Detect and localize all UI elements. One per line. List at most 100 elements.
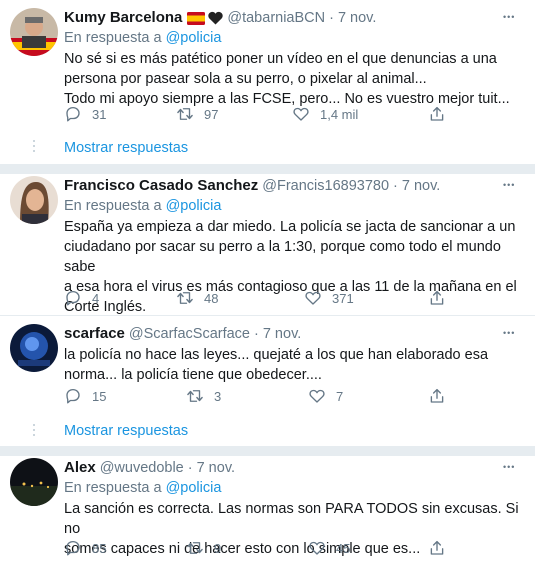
like-count: 1,4 mil — [320, 106, 359, 122]
more-options-icon[interactable]: ••• — [503, 180, 521, 190]
tweet-text: No sé si es más patético poner un vídeo … — [64, 49, 523, 109]
tweet-date[interactable]: 7 nov. — [263, 324, 301, 344]
tweet-text-line: España ya empieza a dar miedo. La policí… — [64, 219, 516, 235]
display-name[interactable]: Francisco Casado Sanchez — [64, 176, 258, 196]
section-divider — [0, 164, 535, 174]
user-handle[interactable]: @ScarfacScarface — [129, 324, 250, 344]
tweet-header: Kumy Barcelona @tabarniaBCN · 7 nov. — [64, 8, 523, 28]
reply-icon — [66, 290, 80, 306]
thread-connector — [33, 140, 35, 155]
reply-icon — [66, 106, 80, 122]
reply-count: 85 — [92, 540, 107, 556]
reply-button[interactable]: 4 — [64, 288, 99, 308]
reply-prefix: En respuesta a — [64, 480, 162, 496]
show-replies-link[interactable]: Mostrar respuestas — [64, 138, 188, 158]
retweet-button[interactable]: 48 — [176, 288, 218, 308]
reply-mention[interactable]: @policia — [166, 198, 222, 214]
display-name[interactable]: Kumy Barcelona — [64, 8, 182, 28]
reply-count: 15 — [92, 388, 107, 404]
tweet-actions: 31 97 1,4 mil — [64, 104, 504, 124]
retweet-icon — [187, 542, 203, 554]
more-options-icon[interactable]: ••• — [503, 462, 521, 472]
tweet-date[interactable]: 7 nov. — [338, 8, 376, 28]
tweet-text: la policía no hace las leyes... quejaté … — [64, 345, 523, 385]
reply-context: En respuesta a @policia — [64, 197, 523, 216]
share-button[interactable] — [428, 288, 446, 308]
avatar[interactable] — [10, 8, 58, 56]
share-button[interactable] — [428, 104, 446, 124]
reply-icon — [66, 540, 80, 556]
share-icon — [430, 388, 444, 403]
tweet-actions: 4 48 371 — [64, 288, 504, 308]
tweet-date[interactable]: 7 nov. — [402, 176, 440, 196]
heart-icon — [293, 107, 309, 121]
retweet-icon — [187, 390, 203, 402]
heart-icon — [309, 541, 325, 555]
reply-prefix: En respuesta a — [64, 198, 162, 214]
heart-icon — [309, 389, 325, 403]
avatar[interactable] — [10, 458, 58, 506]
like-button[interactable]: 45 — [308, 538, 350, 558]
tweet-kumy[interactable]: Kumy Barcelona @tabarniaBCN · 7 nov. En … — [0, 0, 535, 130]
tweet-alex[interactable]: Alex @wuvedoble · 7 nov. En respuesta a … — [0, 456, 535, 567]
share-button[interactable] — [428, 386, 446, 406]
like-button[interactable]: 371 — [304, 288, 354, 308]
reply-icon — [66, 388, 80, 404]
separator-dot: · — [329, 10, 334, 26]
avatar[interactable] — [10, 324, 58, 372]
like-button[interactable]: 1,4 mil — [292, 104, 358, 124]
separator-dot: · — [187, 460, 193, 476]
retweet-icon — [177, 108, 193, 120]
heart-icon — [305, 291, 321, 305]
tweet-header: Alex @wuvedoble · 7 nov. — [64, 458, 523, 478]
like-count: 7 — [336, 388, 344, 404]
tweet-scarface[interactable]: scarface @ScarfacScarface · 7 nov. la po… — [0, 316, 535, 412]
separator-dot: · — [254, 326, 259, 342]
reply-button[interactable]: 15 — [64, 386, 106, 406]
more-options-icon[interactable]: ••• — [503, 12, 521, 22]
tweet-actions: 85 9 45 — [64, 538, 504, 558]
tweet-text-line: norma... la policía tiene que obedecer..… — [64, 367, 322, 383]
spain-flag-icon — [187, 11, 206, 25]
user-handle[interactable]: @wuvedoble — [100, 458, 184, 478]
black-heart-icon — [208, 11, 224, 25]
retweet-count: 9 — [214, 540, 222, 556]
show-replies-link[interactable]: Mostrar respuestas — [64, 421, 188, 441]
reply-button[interactable]: 85 — [64, 538, 106, 558]
reply-mention[interactable]: @policia — [166, 30, 222, 46]
more-options-icon[interactable]: ••• — [503, 328, 521, 338]
tweet-text-line: la policía no hace las leyes... quejaté … — [64, 347, 489, 363]
display-name[interactable]: Alex — [64, 458, 96, 478]
reply-prefix: En respuesta a — [64, 30, 162, 46]
reply-context: En respuesta a @policia — [64, 29, 523, 48]
share-button[interactable] — [428, 538, 446, 558]
retweet-button[interactable]: 3 — [186, 386, 221, 406]
share-icon — [430, 106, 444, 121]
retweet-count: 3 — [214, 388, 222, 404]
reply-mention[interactable]: @policia — [166, 480, 222, 496]
user-handle[interactable]: @Francis16893780 — [262, 176, 389, 196]
avatar[interactable] — [10, 176, 58, 224]
replies-feed: Kumy Barcelona @tabarniaBCN · 7 nov. En … — [0, 0, 535, 567]
retweet-icon — [177, 292, 193, 304]
like-count: 371 — [332, 290, 354, 306]
retweet-count: 48 — [204, 290, 219, 306]
tweet-francisco[interactable]: Francisco Casado Sanchez @Francis1689378… — [0, 174, 535, 315]
tweet-header: scarface @ScarfacScarface · 7 nov. — [64, 324, 523, 344]
tweet-date[interactable]: 7 nov. — [197, 458, 235, 478]
reply-button[interactable]: 31 — [64, 104, 106, 124]
display-name[interactable]: scarface — [64, 324, 125, 344]
tweet-text-line: La sanción es correcta. Las normas son P… — [64, 501, 519, 537]
like-count: 45 — [336, 540, 351, 556]
like-button[interactable]: 7 — [308, 386, 343, 406]
share-icon — [430, 540, 444, 555]
tweet-text-line: ciudadano por sacar su perro a la 1:30, … — [64, 239, 501, 275]
share-icon — [430, 290, 444, 305]
reply-context: En respuesta a @policia — [64, 479, 523, 498]
user-handle[interactable]: @tabarniaBCN — [227, 8, 325, 28]
retweet-button[interactable]: 97 — [176, 104, 218, 124]
tweet-header: Francisco Casado Sanchez @Francis1689378… — [64, 176, 523, 196]
retweet-button[interactable]: 9 — [186, 538, 221, 558]
tweet-text-line: No sé si es más patético poner un vídeo … — [64, 51, 497, 67]
tweet-text-line: persona por pasear sola a su perro, o pi… — [64, 71, 427, 87]
